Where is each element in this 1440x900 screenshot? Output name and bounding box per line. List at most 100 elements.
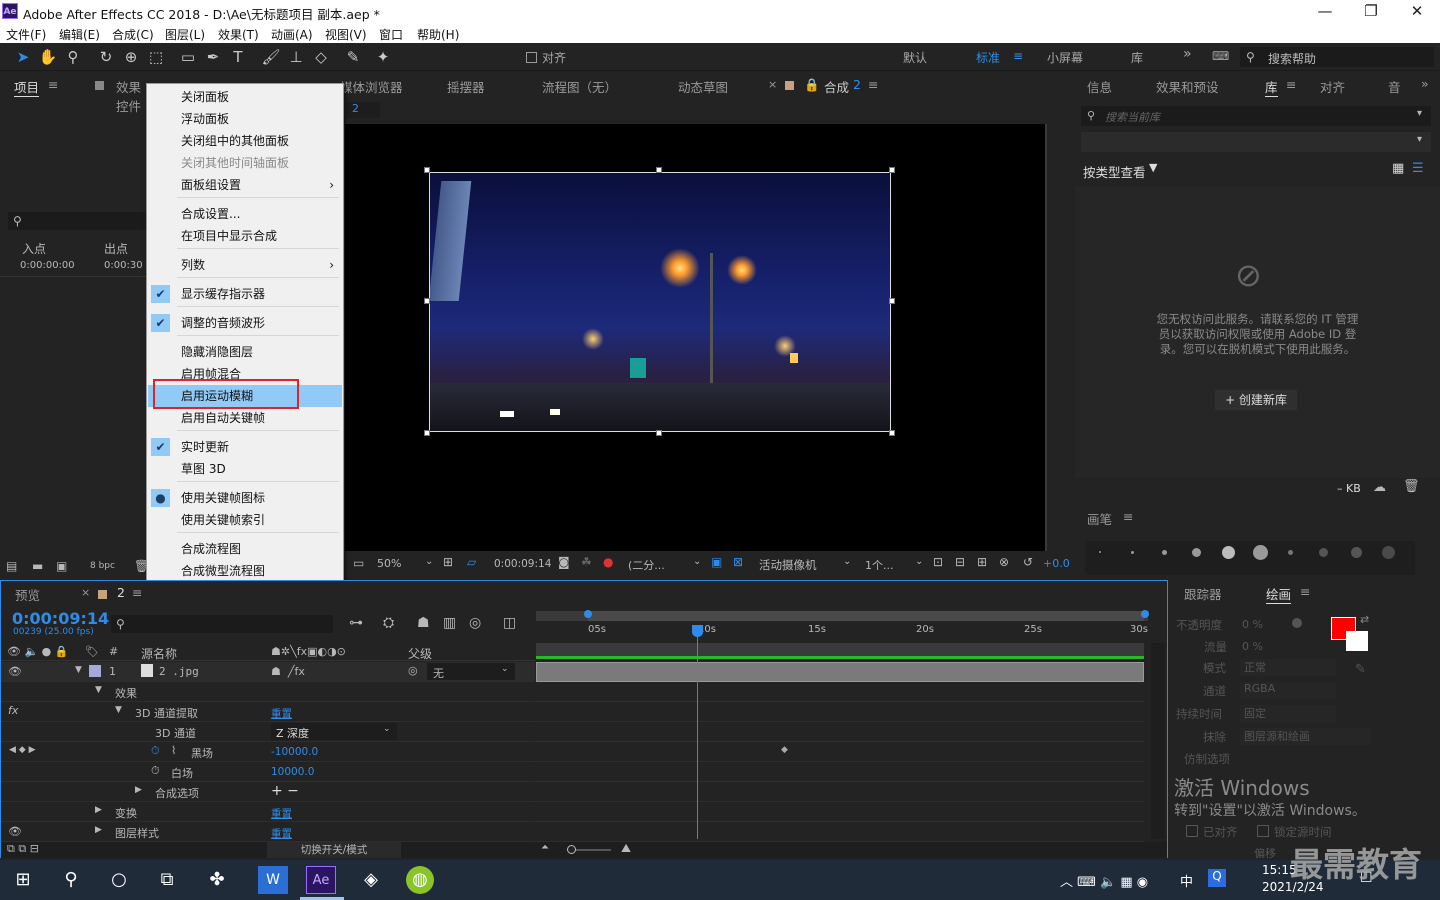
tray-icons[interactable]: ︿ ⌨ 🔈 ▦ ◉: [1060, 871, 1148, 890]
views-select[interactable]: 1个...: [865, 557, 894, 573]
snapshot-icon[interactable]: ◙: [558, 555, 570, 569]
sync-icon[interactable]: ⌨: [1212, 49, 1229, 63]
tab-audio[interactable]: 音: [1388, 77, 1401, 96]
ime-indicator[interactable]: 中: [1180, 871, 1193, 890]
work-area-end-handle[interactable]: [1141, 610, 1149, 618]
chevron-down-icon[interactable]: ▼: [1149, 161, 1157, 174]
timeline-search[interactable]: ⚲: [111, 615, 333, 633]
tab-media-browser[interactable]: 媒体浏览器: [340, 77, 403, 96]
pen-tool-icon[interactable]: ✒: [202, 47, 224, 67]
layer-switches[interactable]: ☗ ╱fx: [271, 665, 305, 678]
new-folder-icon[interactable]: ▬: [32, 559, 43, 573]
flow-value[interactable]: 0 %: [1242, 640, 1263, 653]
lock-source-time-checkbox[interactable]: [1257, 825, 1269, 837]
cloud-sync-icon[interactable]: ☁: [1373, 480, 1386, 495]
graph-icon[interactable]: ⌇: [171, 744, 176, 757]
maximize-icon[interactable]: ❐: [1348, 0, 1394, 23]
viewer-timecode[interactable]: 0:00:09:14: [494, 558, 551, 570]
menu-view[interactable]: 视图(V): [325, 26, 367, 43]
tab-composition[interactable]: 合成: [824, 77, 849, 96]
timeline-scrollbar[interactable]: [1151, 643, 1165, 839]
menu-item[interactable]: 调整的音频波形 ✔: [148, 312, 342, 334]
tab-tracker[interactable]: 跟踪器: [1184, 584, 1222, 603]
puppet-tool-icon[interactable]: ✦: [372, 47, 394, 67]
fx-icon[interactable]: fx: [8, 704, 18, 717]
tab-comp-2[interactable]: 2: [117, 585, 125, 600]
toggle-transparency-icon[interactable]: ⊠: [733, 555, 743, 569]
rectangle-tool-icon[interactable]: ▭: [177, 47, 199, 67]
brush-menu-icon[interactable]: ≡: [1123, 509, 1133, 524]
menu-item[interactable]: 在项目中显示合成: [148, 225, 342, 247]
composition-viewer[interactable]: [345, 124, 1045, 551]
brush-tips[interactable]: [1085, 541, 1415, 575]
channel-icon[interactable]: ●: [603, 555, 613, 569]
playhead-handle[interactable]: [692, 625, 703, 637]
swap-colors-icon[interactable]: ⇄: [1360, 613, 1369, 626]
tab-align[interactable]: 对齐: [1320, 77, 1345, 96]
eye-icon[interactable]: 👁: [8, 825, 22, 838]
property-row[interactable]: ◀ ◆ ▶ ⏱ ⌇ 黑场 -10000.0: [1, 742, 535, 762]
windows-start-icon[interactable]: ⊞: [8, 866, 38, 894]
draft-3d-icon[interactable]: ⛭: [383, 615, 394, 631]
expand-icon[interactable]: ▶: [135, 785, 142, 795]
workspace-library[interactable]: 库: [1131, 49, 1143, 66]
menu-item[interactable]: 使用关键帧索引: [148, 509, 342, 531]
minimize-icon[interactable]: —: [1302, 0, 1348, 23]
expand-icon[interactable]: ▶: [95, 805, 102, 815]
work-area-start-handle[interactable]: [584, 610, 592, 618]
layer-name[interactable]: 2 .jpg: [159, 665, 199, 678]
work-area-bar[interactable]: [536, 610, 1149, 621]
stopwatch-icon[interactable]: ⏱: [151, 744, 160, 758]
zoom-out-icon[interactable]: ⏶: [541, 842, 549, 853]
menu-item[interactable]: 面板组设置 ›: [148, 174, 342, 196]
mode-select[interactable]: 正常: [1240, 659, 1336, 676]
tab-library[interactable]: 库: [1265, 77, 1278, 97]
duration-select[interactable]: 固定: [1240, 705, 1336, 722]
search-icon[interactable]: ⚲: [56, 866, 86, 894]
motion-blur-icon[interactable]: ◎: [469, 615, 481, 631]
zoom-slider[interactable]: [567, 845, 611, 854]
time-ruler[interactable]: 05s 10s 15s 20s 25s 30s: [536, 621, 1148, 641]
clone-stamp-tool-icon[interactable]: ⊥: [285, 47, 307, 67]
shy-layers-icon[interactable]: ☗: [417, 615, 430, 631]
eraser-tool-icon[interactable]: ◇: [310, 47, 332, 67]
zoom-in-icon[interactable]: ⛰: [621, 841, 631, 856]
list-view-icon[interactable]: ☰: [1412, 161, 1424, 176]
wps-app-icon[interactable]: W: [258, 866, 288, 894]
project-menu-icon[interactable]: ≡: [48, 77, 58, 92]
project-search[interactable]: ⚲: [8, 212, 146, 230]
library-menu-icon[interactable]: ≡: [1286, 77, 1296, 92]
menu-item[interactable]: 浮动面板: [148, 108, 342, 130]
workspace-standard[interactable]: 标准: [976, 49, 1000, 66]
opacity-value[interactable]: 0 %: [1242, 618, 1263, 631]
resolution-select[interactable]: (二分...: [628, 557, 665, 573]
menu-item[interactable]: 显示缓存指示器 ✔: [148, 283, 342, 305]
pinwheel-app-icon[interactable]: ✤: [202, 866, 232, 894]
graph-editor-icon[interactable]: ◫: [503, 615, 516, 631]
menu-item[interactable]: 合成设置...: [148, 203, 342, 225]
show-snapshot-icon[interactable]: ☘: [581, 555, 592, 569]
parent-select[interactable]: 无 ⌄: [427, 663, 515, 680]
menu-help[interactable]: 帮助(H): [417, 26, 459, 43]
expand-icon[interactable]: ▼: [115, 705, 122, 715]
property-value[interactable]: 10000.0: [271, 766, 314, 778]
compositing-options-add-remove[interactable]: + −: [271, 783, 299, 799]
interpret-footage-icon[interactable]: ▤: [6, 559, 17, 573]
frame-blending-icon[interactable]: ▥: [443, 615, 456, 631]
playhead-line[interactable]: [697, 625, 698, 839]
qq-icon[interactable]: Q: [1208, 869, 1226, 887]
bit-depth[interactable]: 8 bpc: [90, 561, 115, 571]
keyframe-icon[interactable]: ◆: [781, 745, 788, 755]
brush-tool-icon[interactable]: 🖌: [260, 47, 282, 67]
menu-item[interactable]: 合成流程图: [148, 538, 342, 560]
green-app-icon[interactable]: ◍: [406, 866, 434, 894]
trash-icon[interactable]: 🗑: [1403, 479, 1420, 494]
paint-menu-icon[interactable]: ≡: [1300, 584, 1310, 599]
comp-flowchart-icon[interactable]: ⊶: [349, 615, 363, 631]
aligned-checkbox[interactable]: [1186, 825, 1198, 837]
tab-paint[interactable]: 绘画: [1266, 584, 1292, 604]
channels-select[interactable]: RGBA: [1240, 682, 1336, 699]
library-select[interactable]: ▾: [1081, 132, 1431, 152]
column-parent[interactable]: 父级: [408, 645, 432, 662]
comp-breadcrumb[interactable]: 2: [346, 102, 380, 118]
